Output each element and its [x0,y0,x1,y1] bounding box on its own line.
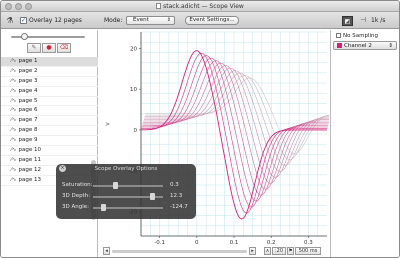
page-icon: ⁄∿ [11,176,17,183]
page-icon: ⁄∿ [11,127,17,134]
sample-rate-value: 1k /s [371,17,386,24]
page-label: page 4 [18,87,38,94]
channel-color-icon [337,43,342,48]
page-label: page 12 [18,166,42,173]
page-label: page 2 [18,67,38,74]
page-label: page 8 [18,127,38,134]
list-item[interactable]: ⁄∿ page 4 [1,87,98,97]
y-tick-label: 10 [130,87,137,93]
channel-scale-marker: > [105,121,110,128]
overlay-tools: ✎ ● ⌫ [27,43,71,54]
list-item[interactable]: ⁄∿ page 6 [1,106,98,117]
page-label: page 10 [18,147,42,154]
timebase-icon[interactable]: ⚑ [287,247,294,255]
record-tool-icon[interactable]: ● [42,43,56,53]
page-label: page 5 [18,97,38,104]
slider-value: 0.3 [170,182,179,188]
slider-label: 3D Angle: [62,204,89,210]
scope-view-window: stack.adicht — Scope View ⚗ ✓ Overlay 12… [0,0,400,258]
popup-arrows-icon: ⇕ [166,17,171,23]
window-title-area: stack.adicht — Scope View [1,3,399,10]
popup-arrows-icon: ⇕ [388,43,393,49]
dialog-slider-row: Saturation: 0.3 [56,181,196,190]
window-title: stack.adicht — Scope View [163,3,244,10]
trace-page-11 [145,75,332,160]
list-item[interactable]: ⁄∿ page 10 [1,146,98,156]
page-icon: ⁄∿ [11,87,17,94]
mode-value: Event [133,17,149,23]
sampling-row: No Sampling [333,32,397,41]
page-icon: ⁄∿ [11,166,17,173]
dialog-slider-row: 3D Angle: -124.7 [56,203,196,212]
timebase-popup[interactable]: 500 ms [295,247,321,255]
y-tick-label: 20 [130,46,137,52]
overlay-slider[interactable] [5,33,93,41]
channel-panel: No Sampling Channel 2 ⇕ [330,30,399,257]
page-icon: ⁄∿ [11,137,17,144]
slider-knob[interactable] [149,193,155,200]
scroll-left-icon[interactable]: ◂ [103,247,110,255]
timebase-bar: ◂ ▸ ∧ :20 ⚑ 500 ms [101,246,329,257]
slider-label: Saturation: [62,182,93,188]
toolbar: ⚗ ✓ Overlay 12 pages Mode: Event ⇕ Event… [1,12,399,29]
zoom-out-icon[interactable]: ∧ [264,247,271,255]
mode-popup[interactable]: Event ⇕ [126,16,175,25]
page-sidebar: ✎ ● ⌫ ⁄∿ page 1 ⁄∿ page 2 ⁄∿ page 3 ⁄∿ page 4 ⁄∿… [1,30,98,257]
page-icon: ⁄∿ [11,77,17,84]
page-label: page 1 [18,58,38,64]
channel-popup[interactable]: Channel 2 ⇕ [333,41,397,50]
list-item[interactable]: ⁄∿ page 2 [1,67,98,77]
document-icon [156,3,162,9]
page-label: page 6 [18,107,38,114]
channel-label: Channel 2 [344,43,372,49]
list-item[interactable]: ⁄∿ page 9 [1,136,98,147]
slider-label: 3D Depth: [62,193,91,199]
horizontal-scrollbar[interactable] [112,250,247,253]
slider-value: 12.3 [170,193,183,199]
scroll-right-icon[interactable]: ▸ [249,247,256,255]
page-label: page 13 [18,176,42,183]
list-item[interactable]: ⁄∿ page 5 [1,97,98,107]
scope-plot: 20100-10-20-0.100.10.20.3> [101,30,332,257]
waveform-icon: ⊣ [359,16,367,24]
list-item[interactable]: ⁄∿ page 1 [1,57,98,67]
scope-chart: 20100-10-20-0.100.10.20.3> [105,31,332,246]
slider-knob[interactable] [100,204,106,211]
scope-tool-icon[interactable]: ⚗ [4,15,16,26]
mode-label: Mode: [104,17,123,24]
list-item[interactable]: ⁄∿ page 7 [1,116,98,127]
erase-tool-icon[interactable]: ⌫ [57,43,71,53]
y-tick-label: 0 [134,128,138,134]
page-icon: ⁄∿ [11,67,17,74]
scope-overlay-options-dialog: × Scope Overlay Options Saturation: 0.3 3D… [56,164,196,219]
dialog-title: Scope Overlay Options [94,166,158,172]
overlay-checkbox[interactable]: ✓ [20,17,27,24]
page-icon: ⁄∿ [11,58,17,64]
slider-knob[interactable] [20,33,28,40]
zoom-value[interactable]: :20 [272,247,286,255]
page-icon: ⁄∿ [11,117,17,124]
list-item[interactable]: ⁄∿ page 8 [1,126,98,137]
title-bar: stack.adicht — Scope View [1,1,399,12]
pen-tool-icon[interactable]: ✎ [27,43,41,53]
page-icon: ⁄∿ [11,156,17,163]
slider-track[interactable] [93,185,163,187]
page-label: page 7 [18,117,38,124]
overlay-label: Overlay 12 pages [29,17,82,24]
page-label: page 11 [18,156,42,163]
page-icon: ⁄∿ [11,147,17,154]
sampling-label: No Sampling [343,33,378,39]
slider-knob[interactable] [112,182,118,189]
list-item[interactable]: ⁄∿ page 3 [1,77,98,87]
page-label: page 3 [18,77,38,84]
slider-value: -124.7 [170,204,188,210]
page-icon: ⁄∿ [11,107,17,114]
event-settings-button[interactable]: Event Settings... [185,16,239,25]
page-icon: ⁄∿ [11,97,17,104]
dialog-slider-row: 3D Depth: 12.3 [56,192,196,201]
checkbox-icon[interactable] [336,33,341,38]
display-settings-icon[interactable]: ◩ [342,16,353,26]
page-label: page 9 [18,137,38,144]
